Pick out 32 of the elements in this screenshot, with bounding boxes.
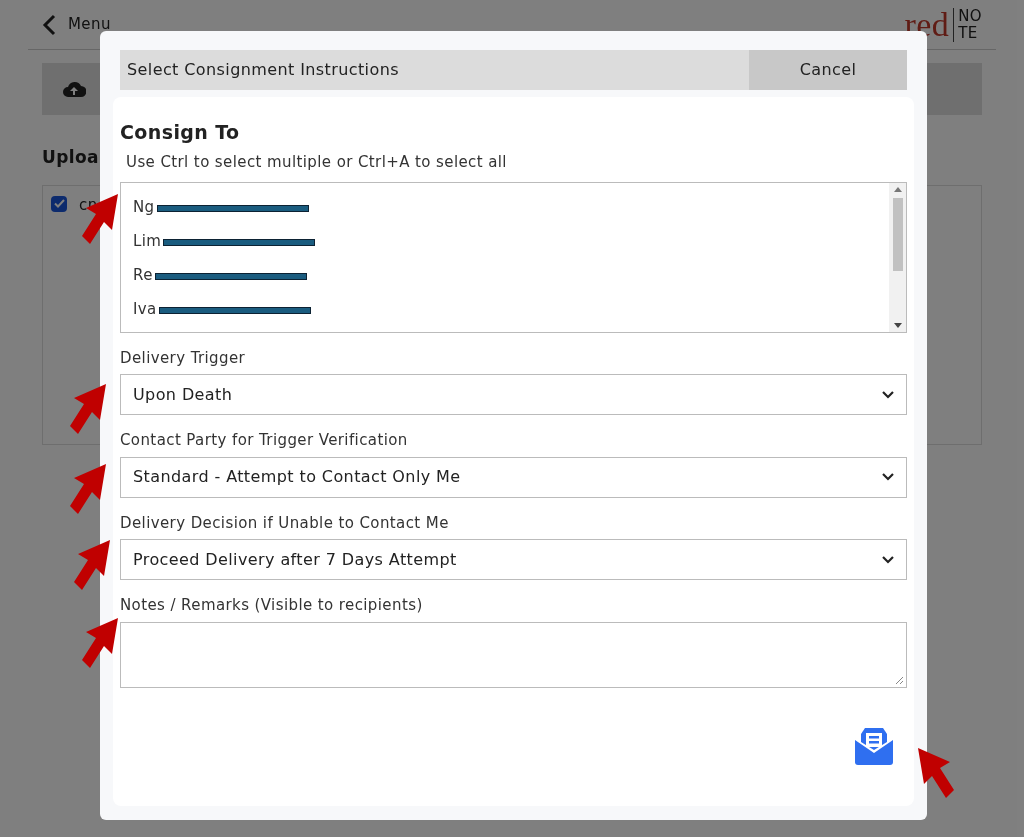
field-label: Delivery Trigger [120, 347, 247, 369]
dialog-title: Select Consignment Instructions [126, 59, 400, 81]
scrollbar[interactable] [889, 182, 906, 332]
recipient-list[interactable]: Ng Lim Re Iva [120, 181, 907, 333]
dropdown[interactable]: Standard - Attempt to Contact Only Me [120, 456, 907, 498]
recipient-option[interactable]: Iva [133, 298, 157, 321]
field-label: Delivery Decision if Unable to Contact Me [120, 512, 450, 534]
chevron-down-icon [882, 390, 894, 399]
field-label: Notes / Remarks (Visible to recipients) [120, 595, 424, 616]
resize-handle-icon[interactable] [895, 675, 904, 685]
logo-text: TE [958, 24, 979, 42]
recipient-option[interactable]: Ng [133, 196, 155, 219]
field-label: Contact Party for Trigger Verification [120, 430, 409, 451]
back-link[interactable]: Menu [68, 13, 111, 36]
file-checkbox[interactable] [51, 195, 67, 212]
cancel-button[interactable]: Cancel [749, 50, 907, 90]
cloud-upload-icon [62, 80, 86, 98]
dropdown[interactable]: Upon Death [120, 374, 907, 415]
recipient-option[interactable]: Lim [133, 230, 162, 253]
envelope-icon[interactable] [853, 725, 895, 766]
logo-text: NO [958, 7, 982, 25]
scroll-up-icon[interactable] [893, 186, 902, 192]
recipient-option[interactable]: Re [133, 264, 153, 287]
section-heading: Consign To [120, 120, 241, 145]
hint-text: Use Ctrl to select multiple or Ctrl+A to select all [126, 152, 508, 173]
scroll-down-icon[interactable] [893, 322, 902, 328]
section-heading: Uploa [42, 146, 99, 169]
chevron-down-icon [882, 473, 894, 481]
notes-field[interactable] [120, 621, 907, 688]
dropdown[interactable]: Proceed Delivery after 7 Days Attempt [120, 539, 907, 580]
back-icon[interactable] [42, 13, 56, 36]
chevron-down-icon [882, 555, 894, 564]
